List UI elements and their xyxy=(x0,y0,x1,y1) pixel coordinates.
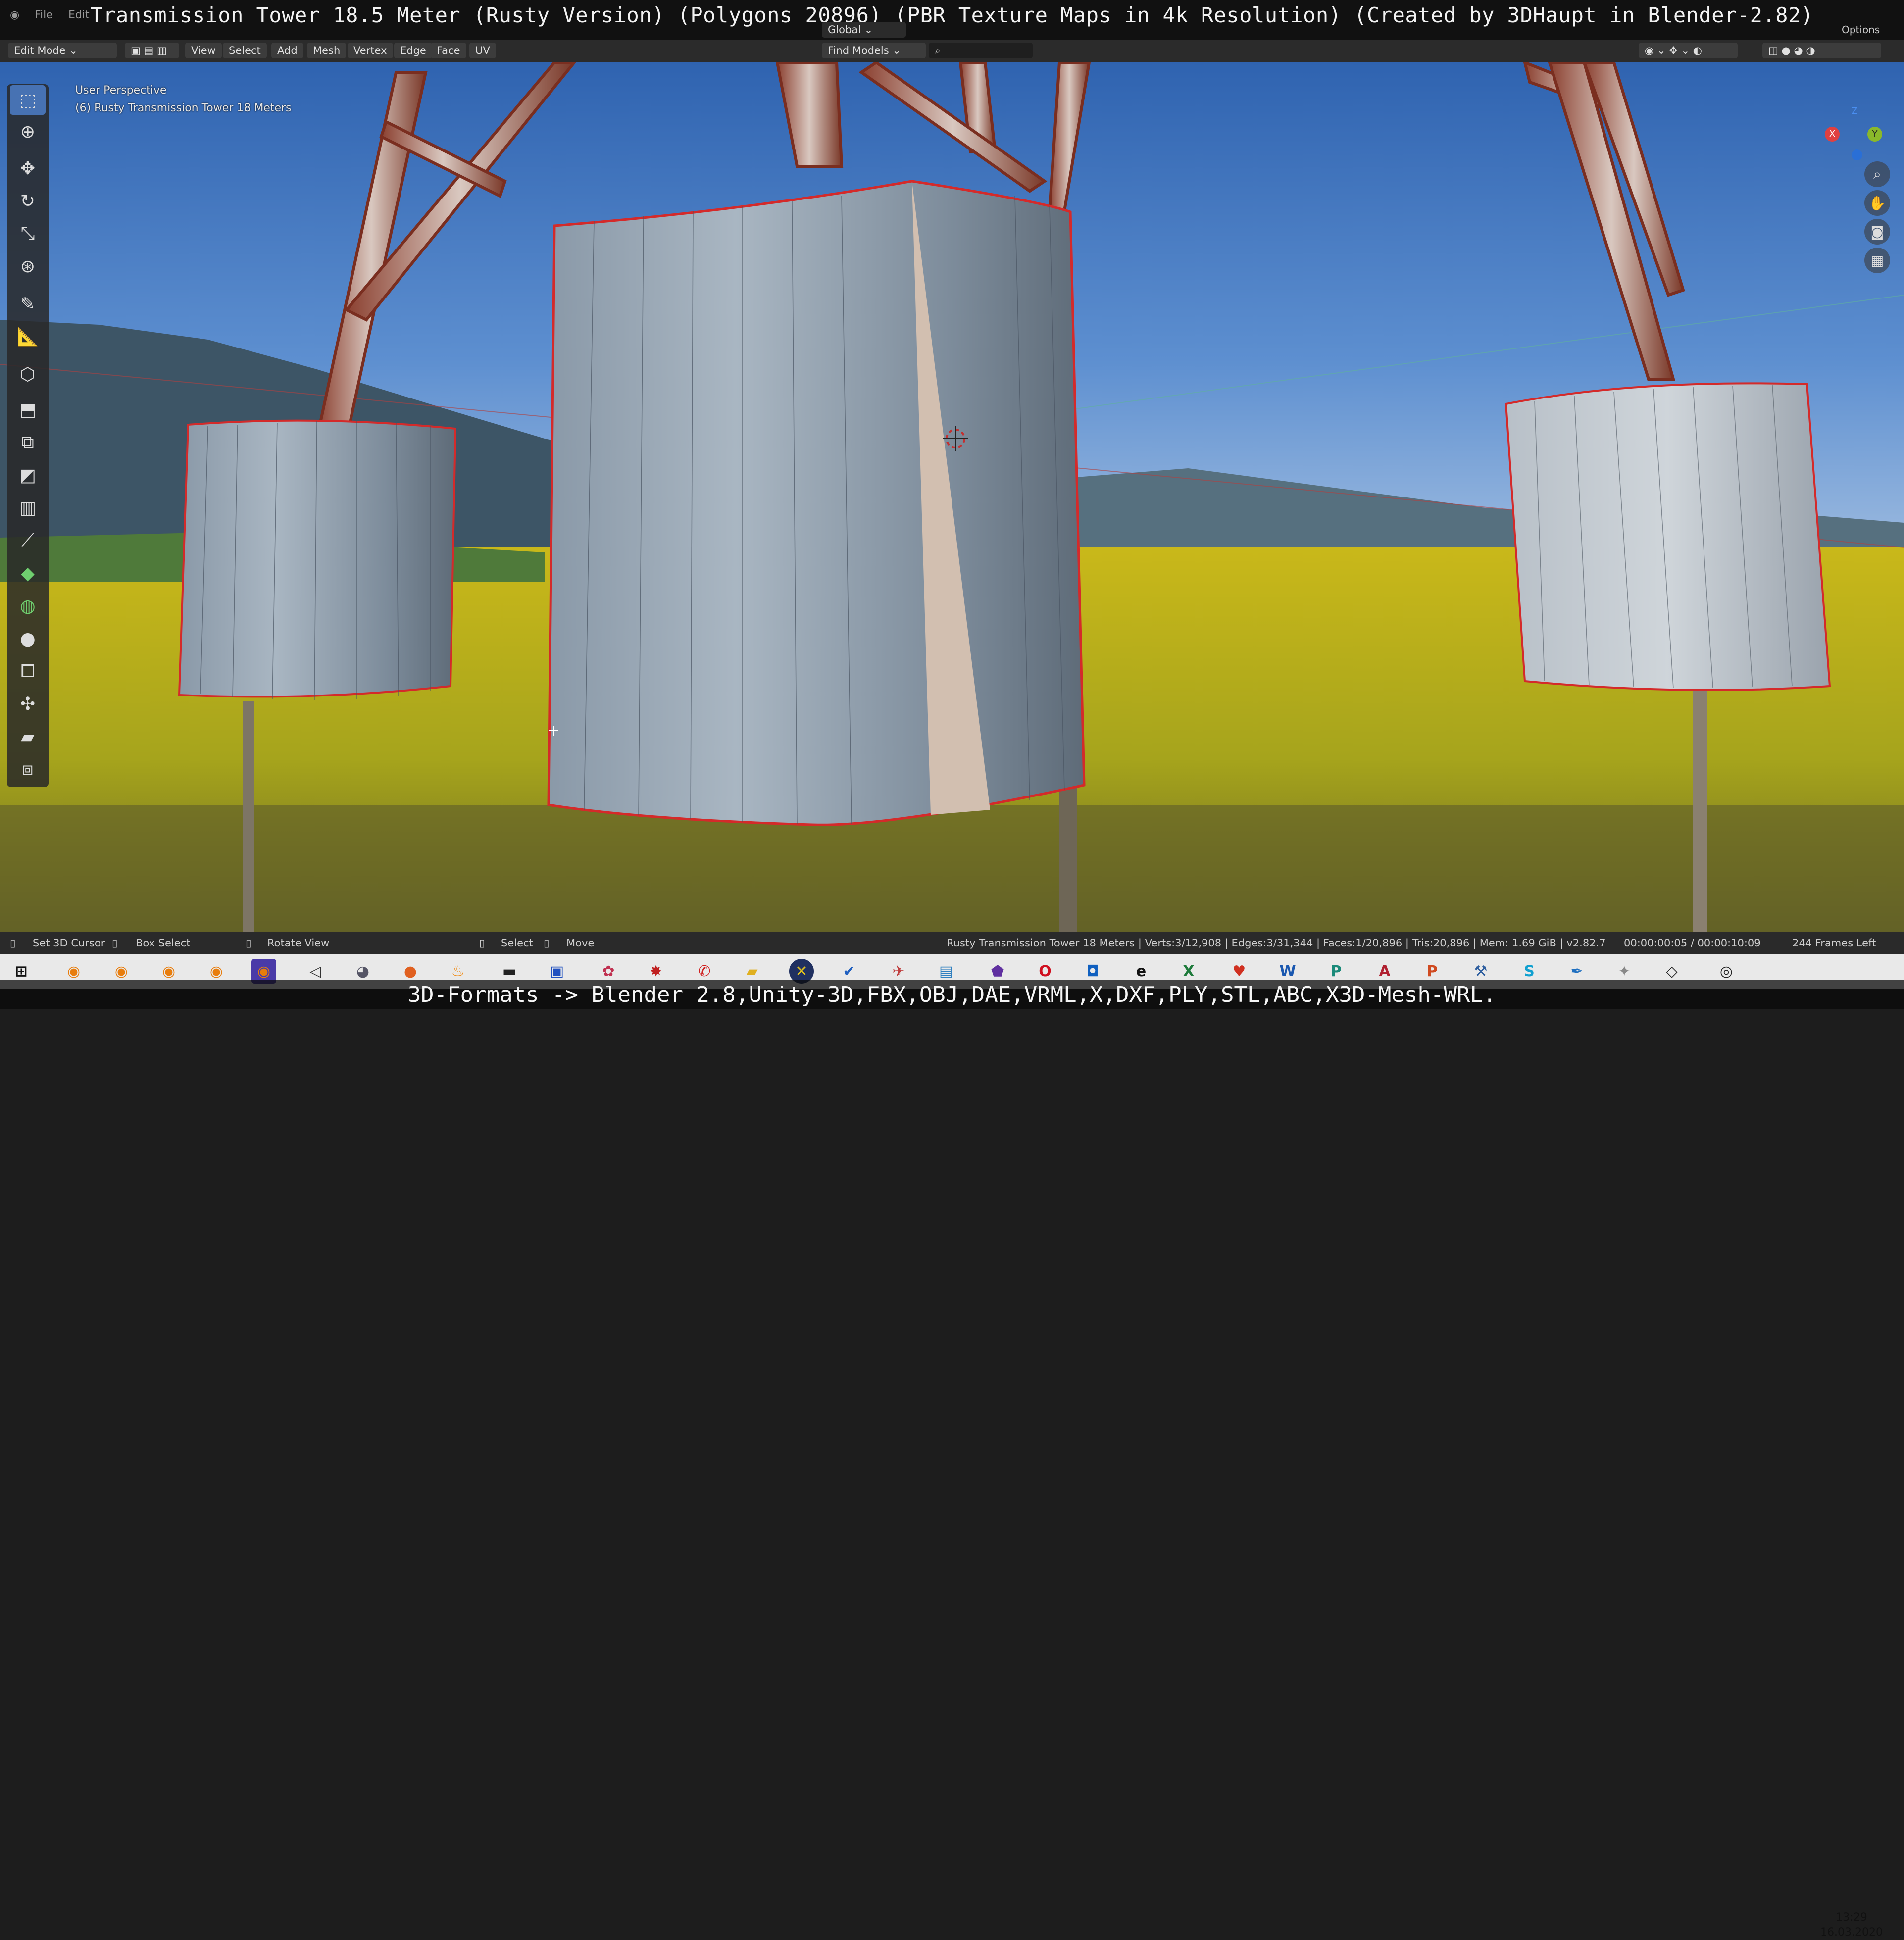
mode-select[interactable]: Edit Mode ⌄ xyxy=(8,43,117,58)
orientation-select[interactable]: Global ⌄ xyxy=(822,22,906,38)
orientation-label: Global xyxy=(828,24,861,36)
gizmo-z-axis[interactable]: Z xyxy=(1852,106,1857,116)
transform-icon[interactable]: ⊛ xyxy=(10,251,46,281)
mouse-left-icon-2: ▯ xyxy=(479,937,485,949)
search-input[interactable]: ⌕ xyxy=(929,43,1033,58)
status-box-select: Box Select xyxy=(136,937,191,949)
scene-render xyxy=(0,62,1904,932)
knife-icon[interactable]: ⟋ xyxy=(10,526,46,555)
clock-time: 13:29 xyxy=(1836,1911,1867,1924)
rip-icon[interactable]: ⧈ xyxy=(10,754,46,784)
frames-left: 244 Frames Left xyxy=(1792,937,1876,949)
3d-viewport[interactable]: User Perspective (6) Rusty Transmission … xyxy=(0,62,1904,932)
chevron-down-icon: ⌄ xyxy=(69,45,78,56)
status-rotate-view: Rotate View xyxy=(267,937,330,949)
gizmo-y-axis[interactable]: Y xyxy=(1867,127,1882,142)
taskbar-clock[interactable]: 13:29 16.03.2020 xyxy=(1807,1910,1896,1940)
clock-date: 16.03.2020 xyxy=(1820,1926,1883,1939)
bevel-icon[interactable]: ◩ xyxy=(10,460,46,490)
select-box-icon[interactable]: ⬚ xyxy=(10,85,46,115)
mode-label: Edit Mode xyxy=(14,45,66,56)
scene-statistics: Rusty Transmission Tower 18 Meters | Ver… xyxy=(947,937,1606,949)
menu-view[interactable]: View xyxy=(185,43,222,58)
mouse-right-icon: ▯ xyxy=(246,937,251,949)
select-mode-buttons[interactable]: ▣ ▤ ▥ xyxy=(125,43,179,58)
search-icon: ⌕ xyxy=(935,45,941,56)
inset-icon[interactable]: ⧉ xyxy=(10,428,46,457)
menu-uv[interactable]: UV xyxy=(469,43,496,58)
shear-icon[interactable]: ▰ xyxy=(10,722,46,751)
menu-face[interactable]: Face xyxy=(431,43,466,58)
cursor-icon[interactable]: ⊕ xyxy=(10,117,46,147)
measure-icon[interactable]: 📐 xyxy=(10,322,46,351)
mouse-left-icon: ▯ xyxy=(10,937,16,949)
video-caption-top: Transmission Tower 18.5 Meter (Rusty Ver… xyxy=(90,3,1814,27)
smooth-icon[interactable]: ● xyxy=(10,624,46,653)
timecode: 00:00:00:05 / 00:00:10:09 xyxy=(1624,937,1761,949)
title-bar: ◉ File Edit Transmission Tower 18.5 Mete… xyxy=(0,0,1904,40)
overlay-buttons[interactable]: ◉ ⌄ ✥ ⌄ ◐ xyxy=(1639,43,1738,58)
poly-build-icon[interactable]: ◆ xyxy=(10,558,46,588)
annotate-icon[interactable]: ✎ xyxy=(10,289,46,319)
active-object-label: (6) Rusty Transmission Tower 18 Meters xyxy=(75,102,292,114)
status-bar: ▯ Set 3D Cursor ▯ Box Select ▯ Rotate Vi… xyxy=(0,932,1904,954)
mouse-drag-icon: ▯ xyxy=(544,937,550,949)
find-models-label: Find Models xyxy=(828,45,889,56)
zoom-icon[interactable]: ⌕ xyxy=(1864,161,1890,187)
menu-vertex[interactable]: Vertex xyxy=(348,43,393,58)
add-cube-icon[interactable]: ⬡ xyxy=(10,359,46,389)
video-caption-bottom: 3D-Formats -> Blender 2.8,Unity-3D,FBX,O… xyxy=(407,982,1497,1007)
menu-mesh[interactable]: Mesh xyxy=(307,43,347,58)
mouse-middle-icon: ▯ xyxy=(112,937,118,949)
status-select: Select xyxy=(501,937,533,949)
scale-icon[interactable]: ⤡ xyxy=(10,219,46,249)
status-move: Move xyxy=(566,937,595,949)
options-dropdown[interactable]: Options xyxy=(1842,24,1880,36)
extrude-icon[interactable]: ⬒ xyxy=(10,395,46,425)
menu-add[interactable]: Add xyxy=(271,43,303,58)
perspective-label: User Perspective xyxy=(75,84,167,97)
edge-slide-icon[interactable]: ⧠ xyxy=(10,656,46,686)
viewport-header: Edit Mode ⌄ ▣ ▤ ▥ View Select Add Mesh V… xyxy=(0,22,1904,62)
grid-icon[interactable]: ▦ xyxy=(1864,248,1890,273)
shrink-fatten-icon[interactable]: ✣ xyxy=(10,689,46,719)
gizmo-negative-z[interactable] xyxy=(1852,149,1862,160)
status-set-cursor: Set 3D Cursor xyxy=(33,937,105,949)
menu-select[interactable]: Select xyxy=(223,43,267,58)
camera-icon[interactable]: ◙ xyxy=(1864,219,1890,245)
move-icon[interactable]: ✥ xyxy=(10,153,46,183)
find-models-select[interactable]: Find Models ⌄ xyxy=(822,43,926,58)
pan-hand-icon[interactable]: ✋ xyxy=(1864,190,1890,216)
menu-edge[interactable]: Edge xyxy=(394,43,432,58)
shading-buttons[interactable]: ◫ ● ◕ ◑ xyxy=(1762,43,1881,58)
gizmo-x-axis[interactable]: X xyxy=(1825,127,1840,142)
loop-cut-icon[interactable]: ▥ xyxy=(10,493,46,523)
spin-icon[interactable]: ◍ xyxy=(10,591,46,621)
rotate-icon[interactable]: ↻ xyxy=(10,186,46,216)
